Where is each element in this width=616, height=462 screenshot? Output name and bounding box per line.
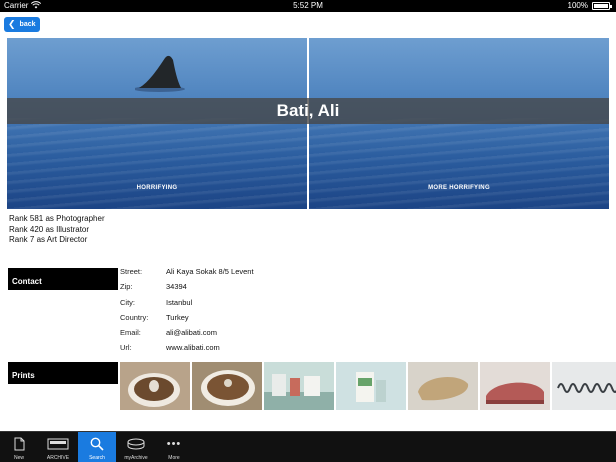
document-icon	[14, 435, 25, 453]
contact-key: City:	[120, 297, 135, 307]
prints-gallery	[120, 362, 616, 410]
hero-caption: HORRIFYING	[136, 185, 178, 191]
contact-key: Country:	[120, 312, 149, 322]
contact-value: Turkey	[166, 312, 189, 322]
tab-label: ARCHIVE	[46, 455, 70, 461]
status-time: 5:52 PM	[293, 1, 323, 10]
prints-section-label: Prints	[8, 362, 118, 384]
tab-search[interactable]: Search	[78, 432, 116, 462]
name-band: Bati, Ali	[7, 98, 609, 124]
tab-label: myArchive	[124, 455, 148, 461]
back-button[interactable]: ❮ back	[4, 17, 40, 32]
tab-label: Search	[89, 455, 105, 461]
print-thumbnail-lab[interactable]	[264, 362, 334, 410]
more-icon: •••	[166, 438, 182, 450]
rank-list: Rank 581 as Photographer Rank 420 as Ill…	[9, 214, 105, 246]
archive-icon	[47, 435, 69, 453]
contact-value: Ali Kaya Sokak 8/5 Levent	[166, 267, 254, 276]
rank-line: Rank 420 as Illustrator	[9, 224, 90, 234]
chevron-left-icon: ❮	[8, 19, 16, 29]
tab-label: More	[168, 455, 180, 461]
print-thumbnail-pillow[interactable]	[408, 362, 478, 410]
tab-new[interactable]: New	[0, 432, 38, 462]
print-thumbnail-cushion[interactable]	[480, 362, 550, 410]
contact-key: Street:	[120, 267, 143, 276]
search-icon	[90, 435, 104, 453]
print-thumbnail-cup-1[interactable]	[120, 362, 190, 410]
contact-key: Zip:	[120, 282, 133, 292]
contact-value: Istanbul	[166, 297, 193, 307]
tab-more[interactable]: ••• More	[156, 432, 192, 462]
battery-icon	[592, 2, 612, 10]
artist-name: Bati, Ali	[276, 101, 340, 120]
contact-section-label: Contact	[8, 268, 118, 290]
tab-label: New	[13, 455, 24, 461]
hero-banner: HORRIFYING MORE HORRIFYING Bati, Ali	[7, 38, 609, 209]
tab-bar: New ARCHIVE Search myArchive ••• More	[0, 431, 616, 462]
tab-myarchive[interactable]: myArchive	[116, 432, 156, 462]
status-bar: Carrier 5:52 PM 100%	[0, 0, 616, 12]
print-thumbnail-cup-2[interactable]	[192, 362, 262, 410]
shark-fin-image	[135, 55, 185, 92]
rank-line: Rank 581 as Photographer	[9, 214, 105, 223]
contact-value: 34394	[166, 282, 187, 292]
hero-caption: MORE HORRIFYING	[428, 185, 490, 191]
print-thumbnail-box[interactable]	[336, 362, 406, 410]
back-button-label: back	[19, 21, 36, 28]
email-link[interactable]: ali@alibati.com	[166, 328, 217, 337]
battery-percent: 100%	[567, 1, 588, 10]
contact-key: Url:	[120, 343, 132, 353]
stack-icon	[127, 435, 145, 453]
tab-archive[interactable]: ARCHIVE	[38, 432, 78, 462]
print-thumbnail-coil[interactable]	[552, 362, 616, 410]
website-link[interactable]: www.alibati.com	[166, 343, 220, 352]
contact-key: Email:	[120, 328, 141, 338]
rank-line: Rank 7 as Art Director	[9, 235, 88, 244]
